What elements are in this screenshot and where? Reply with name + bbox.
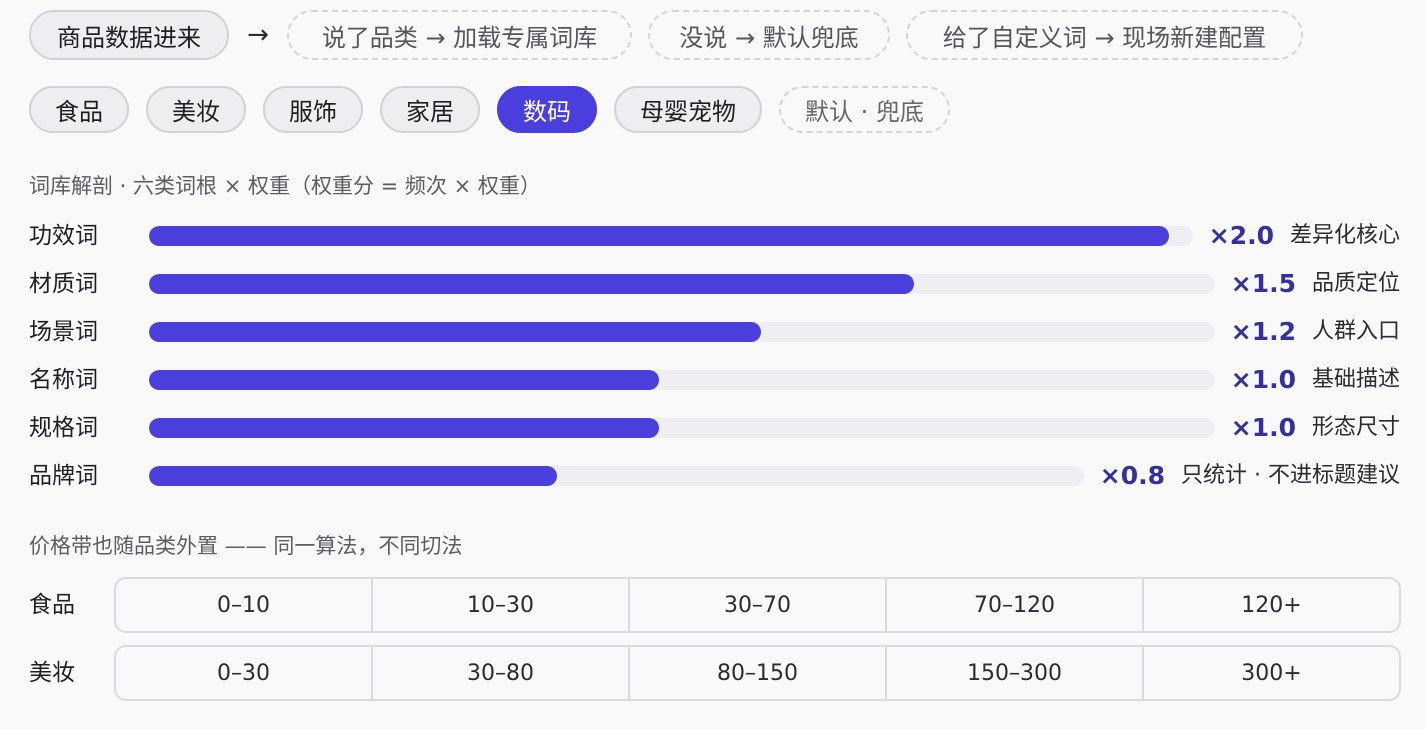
flow-step-default-pill: 没说 → 默认兜底 bbox=[648, 10, 890, 60]
lexicon-bar-note: 基础描述 bbox=[1311, 367, 1400, 392]
lexicon-bar-track bbox=[149, 322, 1215, 342]
lexicon-bar-row: 名称词 ×1.0 基础描述 bbox=[0, 360, 1425, 400]
price-band-cell: 300+ bbox=[1142, 647, 1399, 699]
category-tabs: 食品 美妆 服饰 家居 数码 母婴宠物 默认 · 兜底 bbox=[29, 86, 967, 133]
price-band-cell: 150–300 bbox=[885, 647, 1142, 699]
lexicon-bar-fill bbox=[149, 466, 557, 486]
lexicon-bar-row: 功效词 ×2.0 差异化核心 bbox=[0, 216, 1425, 256]
price-band-cell: 70–120 bbox=[885, 579, 1142, 631]
price-row-label: 食品 bbox=[29, 592, 75, 618]
tab-default-fallback[interactable]: 默认 · 兜底 bbox=[779, 86, 950, 133]
lexicon-weight-multiplier: ×1.2 bbox=[1230, 317, 1296, 346]
lexicon-bar-track bbox=[149, 418, 1215, 438]
flow-arrow-icon: → bbox=[247, 20, 269, 50]
price-row-food: 食品 0–10 10–30 30–70 70–120 120+ bbox=[0, 577, 1425, 633]
lexicon-weight-multiplier: ×1.0 bbox=[1230, 413, 1296, 442]
lexicon-bar-row: 规格词 ×1.0 形态尺寸 bbox=[0, 408, 1425, 448]
price-band-cell: 10–30 bbox=[371, 579, 628, 631]
lexicon-bar-note: 只统计 · 不进标题建议 bbox=[1181, 463, 1400, 488]
lexicon-bar-row: 场景词 ×1.2 人群入口 bbox=[0, 312, 1425, 352]
lexicon-bar-label: 功效词 bbox=[29, 223, 98, 249]
lexicon-bar-row: 材质词 ×1.5 品质定位 bbox=[0, 264, 1425, 304]
lexicon-weight-multiplier: ×2.0 bbox=[1208, 221, 1274, 250]
lexicon-bar-fill bbox=[149, 226, 1169, 246]
price-row-label: 美妆 bbox=[29, 660, 75, 686]
price-band-grid: 0–10 10–30 30–70 70–120 120+ bbox=[114, 577, 1401, 633]
tab-digital[interactable]: 数码 bbox=[497, 86, 597, 133]
lexicon-bar-fill bbox=[149, 370, 659, 390]
price-band-cell: 30–80 bbox=[371, 647, 628, 699]
price-band-cell: 120+ bbox=[1142, 579, 1399, 631]
price-band-cell: 0–10 bbox=[217, 592, 270, 618]
lexicon-bar-note: 形态尺寸 bbox=[1311, 415, 1400, 440]
tab-apparel[interactable]: 服饰 bbox=[263, 86, 363, 133]
lexicon-bar-note: 品质定位 bbox=[1311, 271, 1400, 296]
lexicon-bar-label: 规格词 bbox=[29, 415, 98, 441]
lexicon-bar-track bbox=[149, 226, 1193, 246]
tab-beauty[interactable]: 美妆 bbox=[146, 86, 246, 133]
price-band-grid: 0–30 30–80 80–150 150–300 300+ bbox=[114, 645, 1401, 701]
lexicon-bar-note: 差异化核心 bbox=[1289, 223, 1400, 248]
lexicon-bar-fill bbox=[149, 418, 659, 438]
lexicon-bar-track bbox=[149, 466, 1084, 486]
lexicon-bar-row: 品牌词 ×0.8 只统计 · 不进标题建议 bbox=[0, 456, 1425, 496]
flow-start-pill: 商品数据进来 bbox=[29, 10, 229, 60]
lexicon-weight-multiplier: ×1.0 bbox=[1230, 365, 1296, 394]
flow-step-custom-pill: 给了自定义词 → 现场新建配置 bbox=[906, 10, 1303, 60]
lexicon-weight-multiplier: ×0.8 bbox=[1099, 461, 1166, 490]
lexicon-bar-track bbox=[149, 274, 1215, 294]
category-flow: 商品数据进来 → 说了品类 → 加载专属词库 没说 → 默认兜底 给了自定义词 … bbox=[29, 10, 1303, 60]
lexicon-bar-label: 材质词 bbox=[29, 271, 98, 297]
lexicon-bar-track bbox=[149, 370, 1215, 390]
price-band-cell: 0–30 bbox=[217, 660, 270, 686]
tab-home[interactable]: 家居 bbox=[380, 86, 480, 133]
lexicon-title: 词库解剖 · 六类词根 × 权重（权重分 = 频次 × 权重） bbox=[29, 174, 541, 198]
price-band-title: 价格带也随品类外置 —— 同一算法，不同切法 bbox=[29, 534, 463, 558]
lexicon-bar-label: 名称词 bbox=[29, 367, 98, 393]
price-row-beauty: 美妆 0–30 30–80 80–150 150–300 300+ bbox=[0, 645, 1425, 701]
tab-baby-pet[interactable]: 母婴宠物 bbox=[614, 86, 762, 133]
lexicon-weight-multiplier: ×1.5 bbox=[1230, 269, 1296, 298]
lexicon-bar-label: 品牌词 bbox=[29, 463, 98, 489]
flow-step-category-pill: 说了品类 → 加载专属词库 bbox=[287, 10, 632, 60]
price-band-cell: 30–70 bbox=[628, 579, 885, 631]
price-band-cell: 80–150 bbox=[628, 647, 885, 699]
tab-food[interactable]: 食品 bbox=[29, 86, 129, 133]
lexicon-bar-fill bbox=[149, 274, 914, 294]
lexicon-bar-note: 人群入口 bbox=[1311, 319, 1400, 344]
lexicon-bar-fill bbox=[149, 322, 761, 342]
lexicon-bar-label: 场景词 bbox=[29, 319, 98, 345]
